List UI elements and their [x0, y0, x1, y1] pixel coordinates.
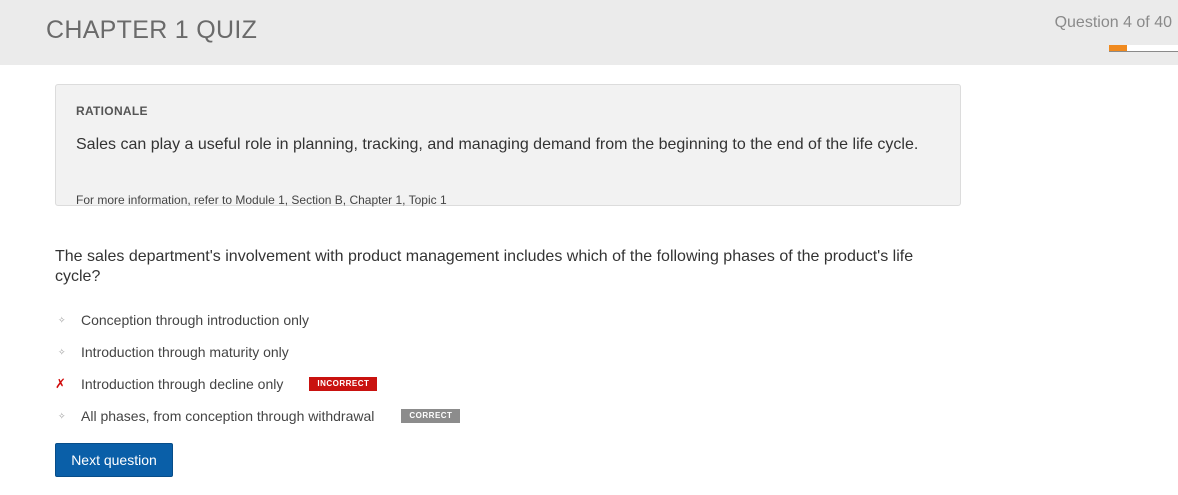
diamond-bullet-icon: ✧	[58, 410, 66, 421]
progress-fill	[1109, 45, 1127, 51]
answer-option-2[interactable]: ✧ Introduction through maturity only	[55, 336, 755, 368]
correct-badge: CORRECT	[401, 409, 461, 423]
progress-bar	[1109, 45, 1178, 52]
diamond-bullet-icon: ✧	[58, 346, 66, 357]
answer-label: Introduction through maturity only	[81, 344, 289, 360]
incorrect-badge: INCORRECT	[309, 377, 378, 391]
rationale-reference: For more information, refer to Module 1,…	[76, 193, 447, 207]
answer-label: Introduction through decline only	[81, 376, 284, 392]
rationale-label: RATIONALE	[76, 104, 148, 118]
answer-label: Conception through introduction only	[81, 312, 310, 328]
quiz-title: CHAPTER 1 QUIZ	[46, 16, 258, 44]
question-counter: Question 4 of 40	[1054, 14, 1172, 31]
rationale-text: Sales can play a useful role in planning…	[76, 136, 919, 153]
rationale-panel: RATIONALE Sales can play a useful role i…	[55, 84, 961, 207]
question-text: The sales department's involvement with …	[55, 248, 914, 285]
next-question-button[interactable]: Next question	[55, 443, 173, 477]
diamond-bullet-icon: ✧	[58, 314, 66, 325]
x-mark-icon: ✗	[55, 376, 66, 391]
answer-list: ✧ Conception through introduction only ✧…	[55, 304, 755, 432]
answer-option-4[interactable]: ✧ All phases, from conception through wi…	[55, 400, 755, 432]
answer-option-1[interactable]: ✧ Conception through introduction only	[55, 304, 755, 336]
answer-label: All phases, from conception through with…	[81, 408, 375, 424]
answer-option-3[interactable]: ✗ Introduction through decline only INCO…	[55, 368, 755, 400]
quiz-header: CHAPTER 1 QUIZ Question 4 of 40	[0, 0, 1178, 65]
